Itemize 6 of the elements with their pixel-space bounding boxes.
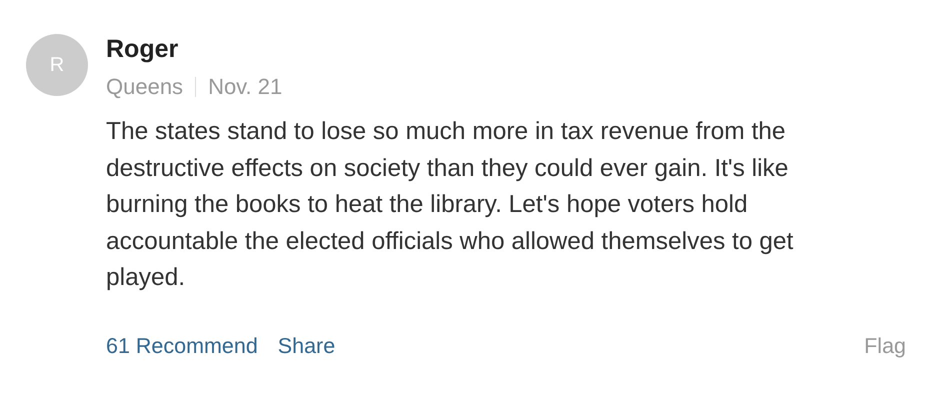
author-name: Roger (106, 34, 180, 64)
location: Queens (106, 74, 184, 99)
comment-date: Nov. 21 (208, 74, 282, 99)
action-link[interactable]: 61 Recommend (106, 330, 258, 360)
comment-text: The states stand to lose so much more in tax revenue from the destructive effects on society than they could ever gain. It's like burning the books to heat the library. Let's hope voters hold accountable the elected officials who allowed themselves to get played. (106, 117, 794, 293)
action-link[interactable]: Share (278, 330, 336, 360)
